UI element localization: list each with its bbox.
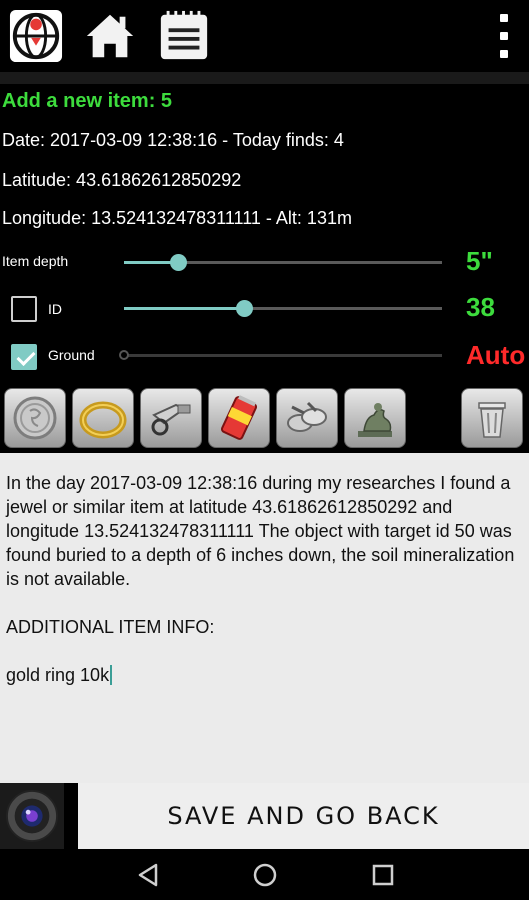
page-title: Add a new item: 5: [2, 90, 173, 112]
recents-icon[interactable]: [369, 861, 397, 889]
overflow-menu-icon[interactable]: [493, 14, 515, 58]
camera-icon: [5, 789, 59, 843]
id-value: 38: [466, 292, 495, 322]
category-jewel-button[interactable]: [72, 388, 134, 448]
user-note-text: gold ring 10k: [6, 665, 110, 685]
map-button[interactable]: [8, 8, 64, 64]
notes-textarea[interactable]: In the day 2017-03-09 12:38:16 during my…: [0, 453, 529, 783]
category-can-button[interactable]: [208, 388, 270, 448]
back-icon[interactable]: [134, 861, 162, 889]
user-note-line: gold ring 10k: [6, 663, 523, 687]
longitude-line: Longitude: 13.524132478311111 - Alt: 131…: [2, 208, 352, 228]
statue-icon: [358, 403, 392, 437]
ground-slider[interactable]: [119, 350, 442, 360]
id-slider-fill: [124, 307, 245, 310]
ground-slider-thumb[interactable]: [119, 350, 129, 360]
scrap-metal-icon: [287, 401, 327, 432]
camera-button[interactable]: [0, 783, 64, 849]
system-navigation-bar: [0, 849, 529, 900]
app-bar: [0, 0, 529, 70]
id-slider[interactable]: [124, 300, 442, 317]
category-scrap-button[interactable]: [276, 388, 338, 448]
id-checkbox[interactable]: [11, 296, 37, 322]
toolbar-divider: [0, 72, 529, 84]
globe-pin-icon: [9, 9, 63, 63]
category-relic-button[interactable]: [140, 388, 202, 448]
depth-value: 5": [466, 246, 493, 276]
depth-slider[interactable]: [124, 254, 442, 271]
ground-value: Auto: [466, 340, 526, 370]
ring-icon: [79, 401, 127, 439]
action-bar: SAVE AND GO BACK: [0, 783, 529, 849]
depth-label: Item depth: [2, 253, 69, 269]
can-icon: [220, 395, 258, 440]
latitude-line: Latitude: 43.61862612850292: [2, 170, 242, 190]
category-coin-button[interactable]: [4, 388, 66, 448]
date-line: Date: 2017-03-09 12:38:16 - Today finds:…: [2, 130, 344, 150]
home-icon: [86, 14, 134, 58]
additional-info-header: ADDITIONAL ITEM INFO:: [6, 617, 215, 637]
category-trash-button[interactable]: [461, 388, 523, 448]
ground-label: Ground: [48, 347, 95, 363]
coin-icon: [13, 396, 57, 440]
ground-checkbox[interactable]: [11, 344, 37, 370]
notes-button[interactable]: [156, 8, 212, 64]
text-caret: [110, 665, 113, 685]
notes-icon: [160, 10, 208, 60]
generated-description: In the day 2017-03-09 12:38:16 during my…: [6, 473, 520, 589]
trash-icon: [478, 402, 506, 438]
save-and-go-back-button[interactable]: SAVE AND GO BACK: [78, 783, 529, 849]
id-label: ID: [48, 301, 62, 317]
home-button[interactable]: [82, 8, 138, 64]
category-statue-button[interactable]: [344, 388, 406, 448]
relic-icon: [151, 403, 191, 436]
home-circle-icon[interactable]: [251, 861, 279, 889]
depth-slider-thumb[interactable]: [169, 254, 187, 271]
